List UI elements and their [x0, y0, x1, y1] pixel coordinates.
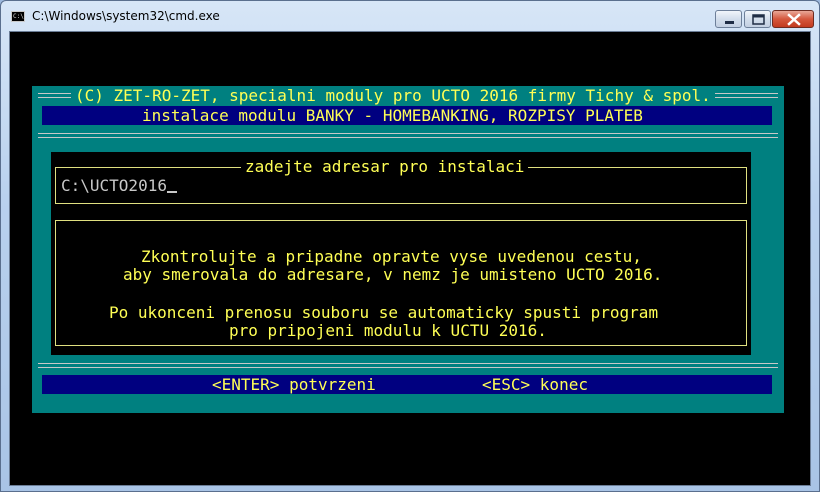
copyright-header: (C) ZET-RO-ZET, specialni moduly pro UCT…: [71, 87, 715, 105]
text-cursor: [166, 191, 177, 193]
middle-border-bottom: [38, 363, 778, 368]
install-subtitle: instalace modulu BANKY - HOMEBANKING, RO…: [142, 106, 643, 125]
install-path-input[interactable]: C:\UCTO2016: [61, 177, 177, 195]
maximize-button[interactable]: [744, 10, 771, 28]
path-prompt-label: zadejte adresar pro instalaci: [241, 158, 529, 176]
footer-band: <ENTER> potvrzeni <ESC> konec: [42, 375, 772, 394]
info-line-5: pro pripojeni modulu k UCTU 2016.: [229, 321, 547, 340]
close-button[interactable]: [772, 10, 814, 28]
subtitle-band: instalace modulu BANKY - HOMEBANKING, RO…: [42, 106, 772, 125]
title-bar[interactable]: C:\ C:\Windows\system32\cmd.exe: [1, 1, 819, 31]
window-title: C:\Windows\system32\cmd.exe: [32, 9, 220, 23]
close-icon: [787, 13, 801, 26]
cmd-icon[interactable]: C:\: [11, 11, 25, 22]
minimize-icon: [725, 21, 734, 24]
enter-confirm-hint[interactable]: <ENTER> potvrzeni: [212, 376, 376, 394]
info-line-2: aby smerovala do adresare, v nemz je umi…: [123, 265, 663, 284]
info-line-1: Zkontrolujte a pripadne opravte vyse uve…: [141, 247, 642, 266]
maximize-icon: [752, 14, 765, 25]
console-area[interactable]: (C) ZET-RO-ZET, specialni moduly pro UCT…: [9, 31, 811, 486]
console-window: C:\ C:\Windows\system32\cmd.exe (C) ZET-…: [0, 0, 820, 492]
install-path-value: C:\UCTO2016: [61, 176, 167, 195]
info-line-4: Po ukonceni prenosu souboru se automatic…: [109, 303, 659, 322]
cmd-icon-text: C:\: [13, 13, 24, 20]
install-dialog: zadejte adresar pro instalaci C:\UCTO201…: [51, 152, 751, 355]
minimize-button[interactable]: [715, 10, 742, 28]
middle-border-top: [38, 133, 778, 138]
esc-exit-hint[interactable]: <ESC> konec: [482, 376, 588, 394]
